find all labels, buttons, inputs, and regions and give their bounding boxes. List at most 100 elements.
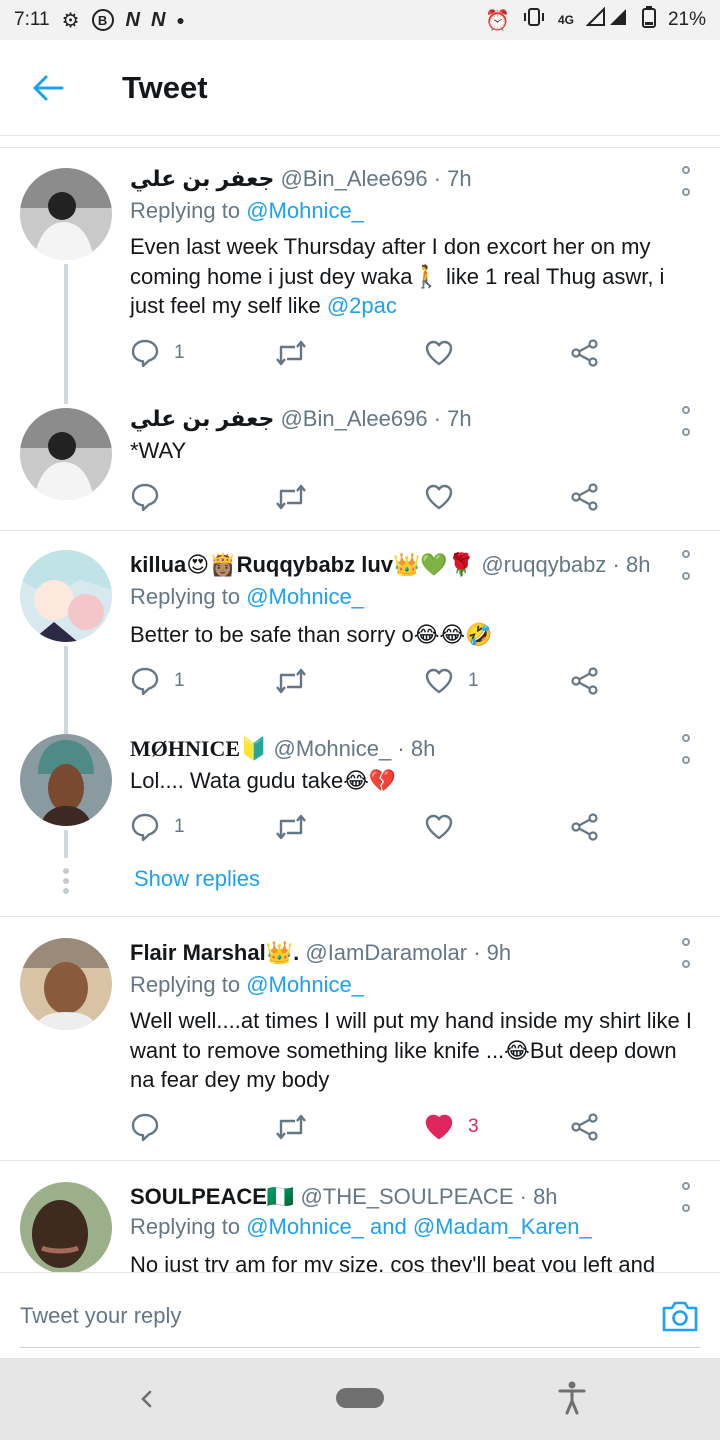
more-options-icon[interactable] (676, 550, 696, 580)
battery-percent: 21% (667, 9, 706, 30)
n-icon: N (150, 8, 165, 31)
like-button[interactable] (424, 336, 468, 370)
like-button[interactable] (424, 810, 468, 844)
replying-prefix: Replying to (130, 972, 247, 997)
tweet-item[interactable]: SOULPEACE🇳🇬 @THE_SOULPEACE · 8h Replying… (0, 1164, 720, 1272)
replying-prefix: Replying to (130, 1214, 247, 1239)
tweet-time: · 8h (519, 1184, 558, 1209)
show-replies-link[interactable]: Show replies (134, 866, 260, 892)
author-name[interactable]: killua😍👸🏽Ruqqybabz luv👑💚🌹 (130, 552, 475, 577)
like-button[interactable] (424, 480, 468, 514)
replying-to: Replying to @Mohnice_ (130, 584, 364, 610)
more-options-icon[interactable] (676, 734, 696, 764)
like-button[interactable]: 1 (424, 664, 479, 698)
nav-back-button[interactable] (132, 1384, 162, 1414)
replying-to: Replying to @Mohnice_ (130, 972, 364, 998)
more-options-icon[interactable] (676, 1182, 696, 1212)
back-button[interactable] (0, 40, 96, 136)
reply-button[interactable]: 1 (130, 664, 185, 698)
author-name[interactable]: Flair Marshal👑. (130, 940, 299, 965)
mention-link[interactable]: @2pac (327, 293, 397, 318)
share-button[interactable] (570, 480, 600, 514)
avatar[interactable] (20, 408, 112, 500)
avatar[interactable] (20, 734, 112, 826)
thread-line (64, 264, 68, 404)
avatar[interactable] (20, 1182, 112, 1272)
heart-icon (425, 668, 453, 694)
mention-link[interactable]: @Mohnice_ and @Madam_Karen_ (246, 1214, 592, 1239)
retweet-button[interactable] (274, 480, 322, 514)
author-handle[interactable]: @Bin_Alee696 (280, 406, 427, 431)
author-handle[interactable]: @Bin_Alee696 (280, 166, 427, 191)
reply-count: 1 (174, 816, 185, 837)
reply-icon (131, 339, 159, 368)
gear-icon: ⚙ (61, 9, 80, 32)
retweet-button[interactable] (274, 1110, 322, 1144)
top-app-bar: Tweet (0, 40, 720, 136)
more-options-icon[interactable] (676, 406, 696, 436)
reply-input[interactable]: Tweet your reply (20, 1303, 660, 1329)
heart-icon (425, 814, 453, 840)
camera-button[interactable] (660, 1298, 700, 1334)
tweet-time: · 8h (397, 736, 436, 761)
alarm-icon: ⏰ (485, 9, 510, 32)
home-pill-button[interactable] (336, 1388, 384, 1408)
author-name[interactable]: جعفر بن علي (130, 166, 274, 191)
system-nav-bar (0, 1358, 720, 1440)
tweet-text: *WAY (130, 438, 187, 463)
reply-count: 1 (174, 670, 185, 691)
share-button[interactable] (570, 810, 600, 844)
avatar[interactable] (20, 938, 112, 1030)
reply-button[interactable]: 1 (130, 336, 185, 370)
tweet-item[interactable]: MØHNICE🔰 @Mohnice_ · 8h Lol.... Wata gud… (0, 718, 720, 858)
tweet-actions: 1 (130, 810, 610, 844)
tweet-time: · 7h (433, 406, 472, 431)
author-handle[interactable]: @Mohnice_ (274, 736, 392, 761)
avatar[interactable] (20, 168, 112, 260)
author-name[interactable]: جعفر بن علي (130, 406, 274, 431)
divider (0, 136, 720, 148)
author-name[interactable]: SOULPEACE🇳🇬 (130, 1184, 294, 1209)
tweet-item[interactable]: جعفر بن علي @Bin_Alee696 · 7h *WAY (0, 388, 720, 530)
author-handle[interactable]: @ruqqybabz (481, 552, 606, 577)
mention-link[interactable]: @Mohnice_ (246, 584, 364, 609)
share-button[interactable] (570, 1110, 600, 1144)
mention-link[interactable]: @Mohnice_ (246, 972, 364, 997)
reply-button[interactable]: 1 (130, 810, 185, 844)
mention-link[interactable]: @Mohnice_ (246, 198, 364, 223)
share-icon (571, 813, 598, 841)
thread-line (64, 830, 68, 858)
more-options-icon[interactable] (676, 166, 696, 196)
divider (0, 1160, 720, 1161)
tweet-item[interactable]: جعفر بن علي @Bin_Alee696 · 7h Replying t… (0, 148, 720, 404)
divider (0, 530, 720, 531)
replying-prefix: Replying to (130, 584, 247, 609)
replying-to: Replying to @Mohnice_ and @Madam_Karen_ (130, 1214, 592, 1240)
tweet-item[interactable]: killua😍👸🏽Ruqqybabz luv👑💚🌹 @ruqqybabz · 8… (0, 534, 720, 738)
retweet-icon (276, 814, 306, 840)
accessibility-button[interactable] (556, 1380, 588, 1416)
reply-button[interactable] (130, 1110, 174, 1144)
divider (0, 916, 720, 917)
reply-button[interactable] (130, 480, 174, 514)
tweet-time: · 9h (473, 940, 512, 965)
tweet-item[interactable]: Flair Marshal👑. @IamDaramolar · 9h Reply… (0, 920, 720, 1160)
reply-composer: Tweet your reply (0, 1272, 720, 1358)
tweet-actions: 3 (130, 1110, 610, 1144)
like-count: 1 (468, 670, 479, 691)
heart-icon (425, 484, 453, 510)
author-handle[interactable]: @IamDaramolar (305, 940, 467, 965)
avatar[interactable] (20, 550, 112, 642)
reply-icon (131, 667, 159, 696)
share-icon (571, 339, 598, 367)
retweet-button[interactable] (274, 336, 322, 370)
more-options-icon[interactable] (676, 938, 696, 968)
share-button[interactable] (570, 664, 600, 698)
retweet-button[interactable] (274, 664, 322, 698)
author-handle[interactable]: @THE_SOULPEACE (300, 1184, 513, 1209)
b-circle-icon: B (91, 9, 114, 31)
author-name[interactable]: MØHNICE🔰 (130, 736, 267, 761)
share-button[interactable] (570, 336, 600, 370)
retweet-button[interactable] (274, 810, 322, 844)
like-button[interactable]: 3 (424, 1110, 479, 1144)
